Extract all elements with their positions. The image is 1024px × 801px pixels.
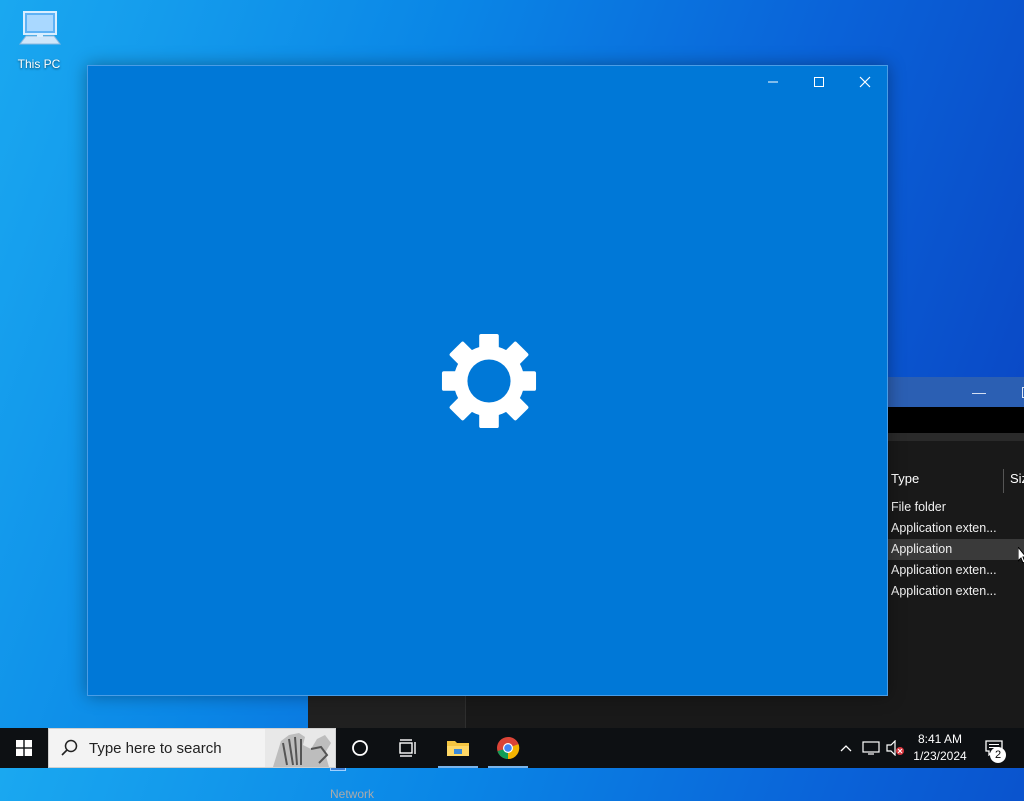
column-header-row: Type Siz [888,463,1024,493]
mouse-cursor-icon [1018,547,1024,563]
taskbar: Type here to search [0,728,1024,768]
task-view-icon [398,739,418,757]
file-row[interactable]: Application exten... [888,518,1024,539]
maximize-button[interactable] [796,66,842,98]
circle-icon [351,739,369,757]
clock-date: 1/23/2024 [900,748,980,765]
chrome-icon [496,736,520,760]
minimize-icon [767,76,779,88]
task-view-button[interactable] [384,728,432,768]
cortana-button[interactable] [336,728,384,768]
taskbar-search-box[interactable]: Type here to search [48,728,336,768]
file-row[interactable]: Application exten... [888,581,1024,602]
desktop-icon-this-pc[interactable]: This PC [10,8,68,71]
network-icon [862,741,880,755]
maximize-icon [813,76,825,88]
file-explorer-taskbar-button[interactable] [434,728,482,768]
nav-item-label: Network [330,787,374,801]
taskbar-clock[interactable]: 8:41 AM 1/23/2024 [900,731,980,765]
gear-icon [440,332,538,430]
folder-icon [446,738,470,758]
start-button[interactable] [0,728,48,768]
search-placeholder: Type here to search [89,740,222,757]
column-header-size[interactable]: Siz [1003,469,1024,493]
file-row[interactable]: Application exten... [888,560,1024,581]
close-icon [859,76,871,88]
desktop-icon-label: This PC [10,57,68,71]
settings-window[interactable] [87,65,888,696]
explorer-file-list: Type Siz File folder Application exten..… [888,441,1024,728]
chrome-taskbar-button[interactable] [484,728,532,768]
nav-item-network[interactable]: Network [330,787,374,801]
explorer-minimize-button[interactable]: — [956,377,1002,407]
search-icon [61,739,79,757]
windows-logo-icon [16,740,32,756]
file-row-selected[interactable]: Application [888,539,1024,560]
minimize-button[interactable] [750,66,796,98]
network-tray-button[interactable] [860,728,882,768]
notification-count-badge: 2 [990,747,1006,763]
explorer-maximize-button[interactable] [1004,377,1024,407]
show-hidden-icons-button[interactable] [836,728,856,768]
chevron-up-icon [840,744,852,752]
file-row[interactable]: File folder [888,497,1024,518]
search-highlight-image [265,729,335,767]
column-header-type[interactable]: Type [891,471,919,486]
clock-time: 8:41 AM [900,731,980,748]
close-button[interactable] [842,66,888,98]
computer-icon [16,8,62,52]
